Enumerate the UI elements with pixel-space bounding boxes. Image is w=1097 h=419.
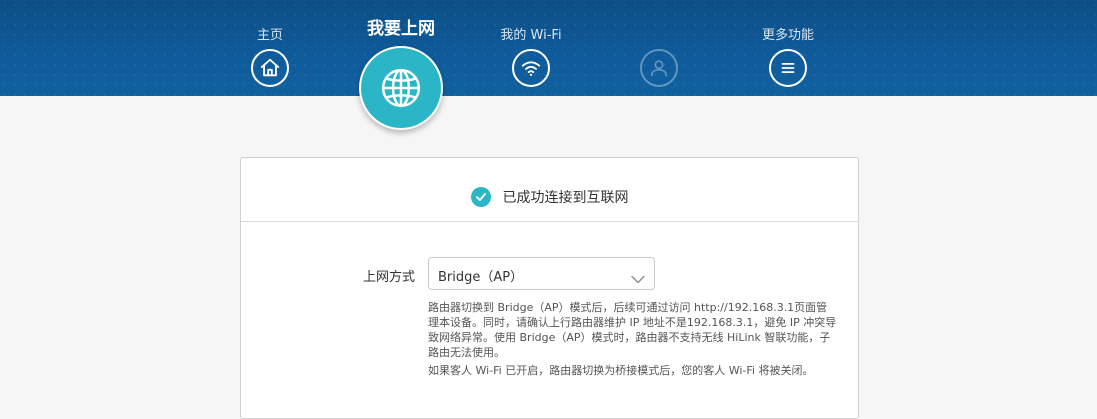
- connection-status-text: 已成功连接到互联网: [502, 190, 629, 206]
- internet-mode-select[interactable]: Bridge（AP）: [428, 257, 655, 290]
- nav-label-more: 更多功能: [761, 28, 814, 43]
- wifi-icon[interactable]: [512, 49, 550, 87]
- top-navigation-bar: 主页 我要上网 我的 Wi-Fi 更多功能: [0, 0, 1097, 130]
- internet-mode-row: 上网方式 Bridge（AP）: [241, 257, 858, 293]
- user-icon[interactable]: [640, 49, 678, 87]
- bridge-mode-note: 路由器切换到 Bridge（AP）模式后，后续可通过访问 http://192.…: [428, 301, 837, 359]
- nav-label-user: [599, 28, 719, 44]
- nav-item-more[interactable]: 更多功能: [728, 28, 848, 87]
- connection-status: 已成功连接到互联网: [241, 158, 858, 222]
- nav-label-internet: 我要上网: [367, 19, 435, 39]
- check-circle-icon: [470, 187, 491, 207]
- internet-settings-panel: 已成功连接到互联网 上网方式 Bridge（AP） 路由器切换到 Bridge（…: [240, 157, 859, 419]
- nav-item-user[interactable]: [599, 28, 719, 87]
- nav-item-wifi[interactable]: 我的 Wi-Fi: [471, 28, 591, 87]
- nav-item-home[interactable]: 主页: [210, 28, 330, 87]
- chevron-down-icon: [631, 269, 645, 288]
- bridge-mode-notes: 路由器切换到 Bridge（AP）模式后，后续可通过访问 http://192.…: [428, 300, 838, 378]
- nav-label-home: 主页: [256, 28, 283, 43]
- guest-wifi-note: 如果客人 Wi-Fi 已开启，路由器切换为桥接模式后，您的客人 Wi-Fi 将被…: [428, 364, 814, 377]
- home-icon[interactable]: [251, 49, 289, 87]
- internet-mode-label: 上网方式: [363, 270, 416, 285]
- nav-item-internet[interactable]: 我要上网: [331, 18, 471, 130]
- nav-label-wifi: 我的 Wi-Fi: [500, 28, 562, 43]
- internet-mode-value: Bridge（AP）: [438, 270, 524, 285]
- menu-icon[interactable]: [769, 49, 807, 87]
- globe-icon[interactable]: [359, 46, 443, 130]
